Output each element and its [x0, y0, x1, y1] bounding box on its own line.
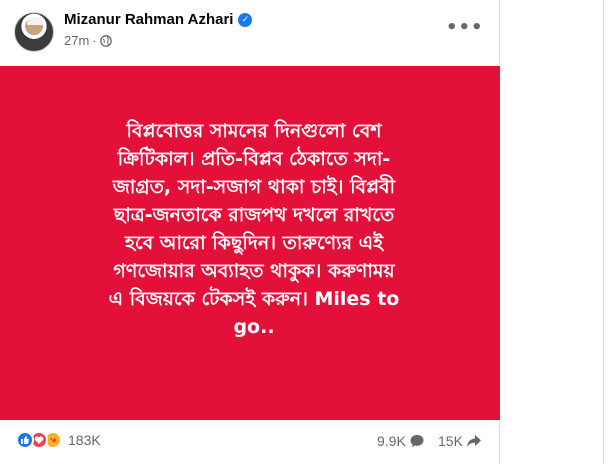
comment-count-value: 9.9K	[377, 433, 406, 449]
post-meta: 27m ·	[64, 33, 112, 48]
like-icon	[16, 431, 34, 449]
comment-bubble-icon	[410, 435, 424, 447]
post-text-background: বিপ্লবোত্তর সামনের দিনগুলো বেশ ক্রিটিকাল…	[0, 66, 500, 420]
post-timestamp[interactable]: 27m	[64, 33, 89, 48]
reactions-summary[interactable]: 183K	[16, 431, 101, 449]
post-body-line: বিপ্লবোত্তর সামনের দিনগুলো বেশ	[126, 120, 382, 142]
post-body-line: গণজোয়ার অব্যাহত থাকুক। করুণাময়	[113, 260, 395, 282]
post-body-line: go..	[233, 316, 275, 338]
avatar-cap	[27, 17, 43, 25]
author-name-row: Mizanur Rahman Azhari ✓	[64, 11, 253, 28]
meta-separator: ·	[92, 33, 97, 48]
reaction-count[interactable]: 183K	[68, 432, 101, 448]
right-panel-edge	[500, 0, 615, 464]
post-body-line: হবে আরো কিছুদিন। তারুণ্যের এই	[125, 232, 383, 254]
panel-divider	[603, 0, 604, 464]
post-footer: 183K 9.9K 15K	[0, 420, 500, 464]
share-arrow-icon	[466, 435, 481, 447]
post-body-line: জাগ্রত, সদা-সজাগ থাকা চাই। বিপ্লবী	[112, 176, 396, 198]
post-body: বিপ্লবোত্তর সামনের দিনগুলো বেশ ক্রিটিকাল…	[54, 117, 454, 341]
post-body-line: ছাত্র-জনতাকে রাজপথ দখলে রাখতে	[113, 204, 395, 226]
globe-icon[interactable]	[99, 34, 112, 47]
comments-count[interactable]: 9.9K	[377, 433, 425, 449]
post-body-line: এ বিজয়কে টেকসই করুন। Miles to	[108, 288, 400, 310]
author-avatar[interactable]	[14, 12, 54, 52]
verified-badge-icon: ✓	[238, 12, 253, 27]
post-card: Mizanur Rahman Azhari ✓ 27m · ••• বিপ্লব…	[0, 0, 500, 464]
post-header: Mizanur Rahman Azhari ✓ 27m · •••	[0, 0, 500, 66]
share-count-value: 15K	[438, 433, 463, 449]
more-options-button[interactable]: •••	[446, 14, 483, 46]
post-body-line: ক্রিটিকাল। প্রতি-বিপ্লব ঠেকাতে সদা-	[117, 148, 391, 170]
author-name[interactable]: Mizanur Rahman Azhari	[64, 11, 233, 28]
shares-count[interactable]: 15K	[438, 433, 482, 449]
